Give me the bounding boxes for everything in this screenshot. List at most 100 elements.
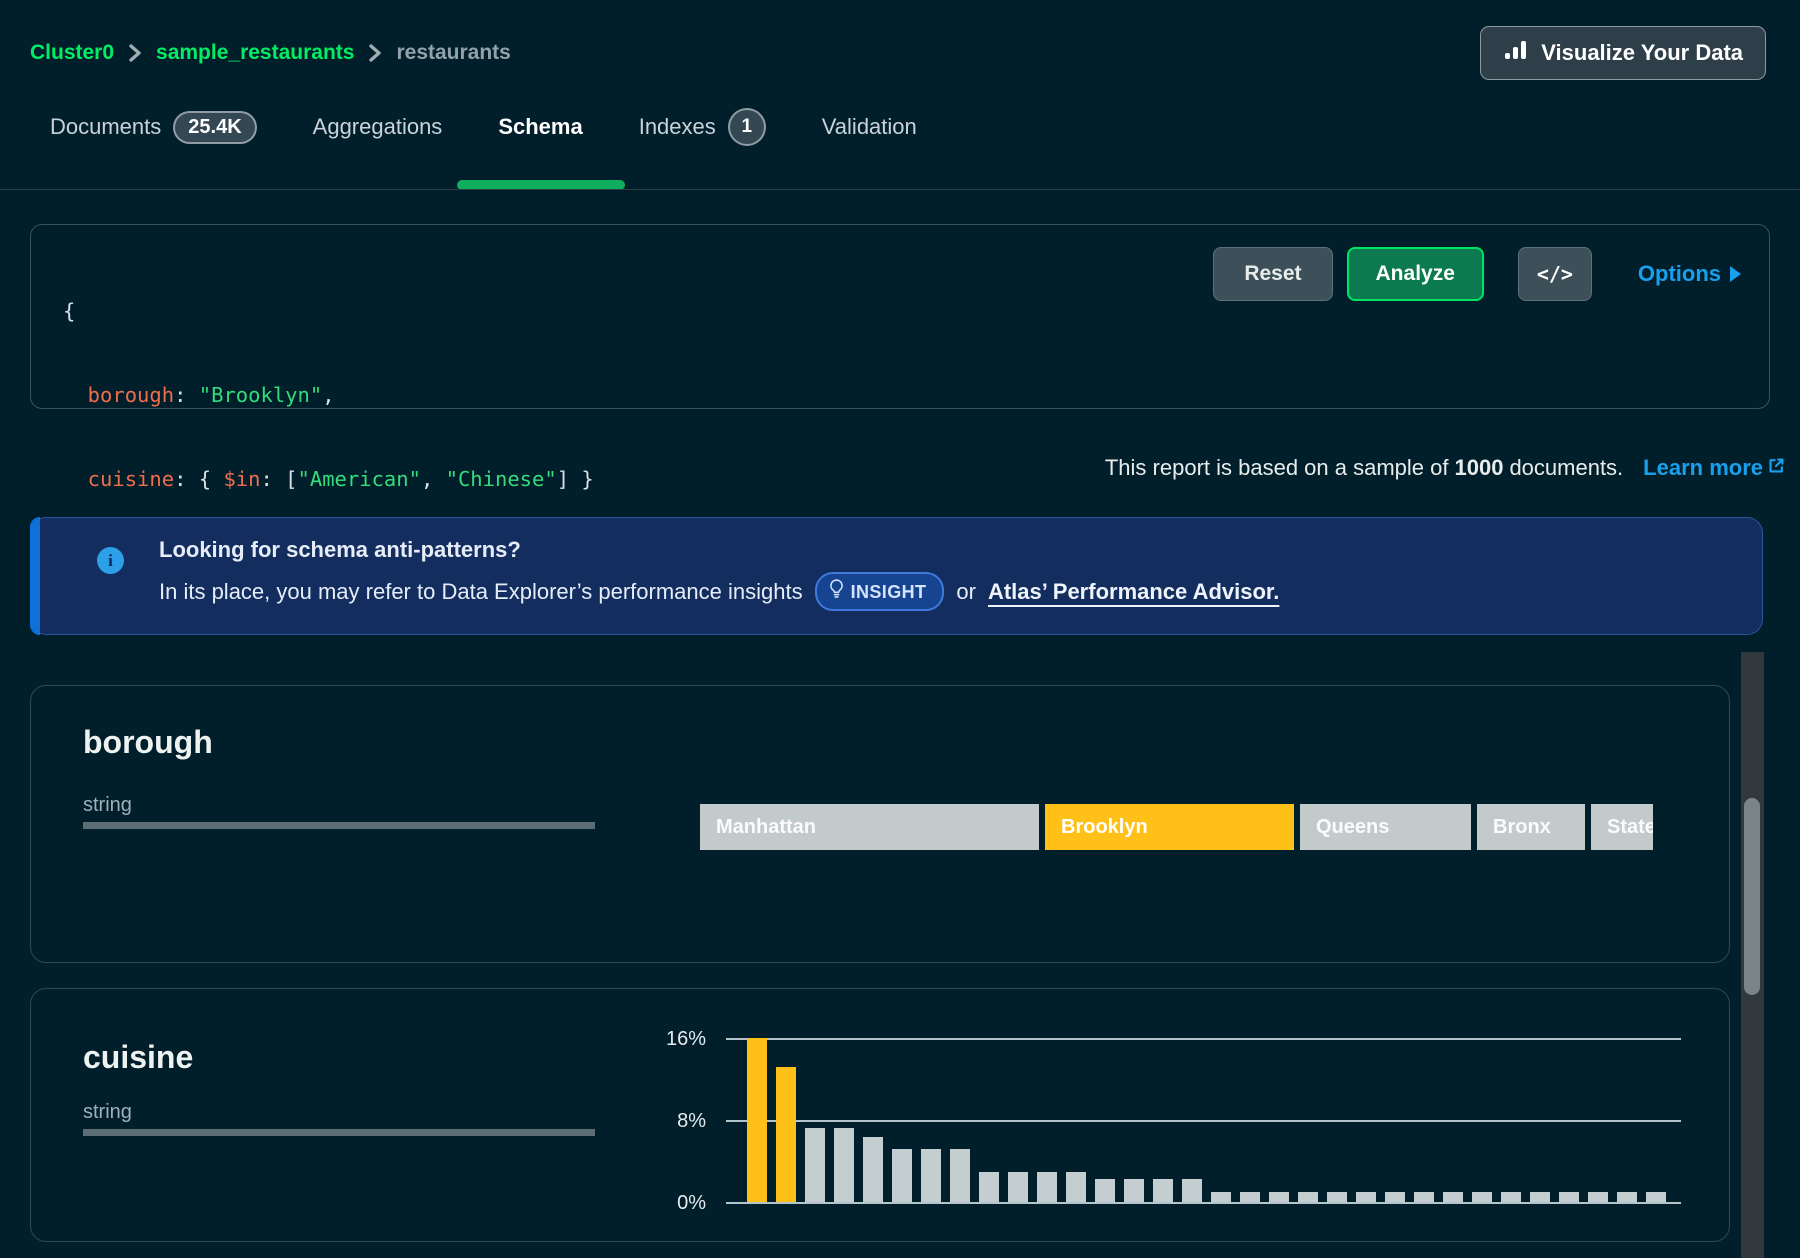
cuisine-bar[interactable]: [979, 1172, 999, 1202]
banner-message-text: or: [956, 575, 976, 609]
borough-segment[interactable]: Bronx: [1477, 804, 1585, 850]
cuisine-bar[interactable]: [1472, 1192, 1492, 1202]
cuisine-bar[interactable]: [1269, 1192, 1289, 1202]
code-token: [: [285, 467, 297, 491]
field-name: borough: [83, 724, 213, 761]
learn-more-link[interactable]: Learn more: [1643, 455, 1786, 481]
code-toggle-button[interactable]: </>: [1518, 247, 1592, 301]
bar-chart-icon: [1503, 37, 1529, 69]
borough-segment-label: Staten Island: [1607, 816, 1653, 839]
cuisine-bar[interactable]: [1617, 1192, 1637, 1202]
sample-count: 1000: [1454, 455, 1503, 481]
borough-segment-label: Bronx: [1493, 816, 1551, 839]
cuisine-bar[interactable]: [1530, 1192, 1550, 1202]
cuisine-bar[interactable]: [921, 1149, 941, 1202]
borough-segment[interactable]: Queens: [1300, 804, 1471, 850]
cuisine-bar[interactable]: [1211, 1192, 1231, 1202]
type-distribution-bar[interactable]: [83, 1129, 595, 1136]
caret-right-icon: [1730, 266, 1741, 282]
documents-count-badge: 25.4K: [173, 111, 256, 144]
tab-aggregations[interactable]: Aggregations: [313, 108, 443, 146]
cuisine-bar[interactable]: [1008, 1172, 1028, 1202]
top-bar: Cluster0 sample_restaurants restaurants …: [0, 0, 1800, 82]
cuisine-bar[interactable]: [1095, 1179, 1115, 1202]
field-type[interactable]: string: [83, 794, 132, 817]
tab-validation-label: Validation: [822, 114, 917, 140]
sample-note-text: This report is based on a sample of: [1105, 455, 1449, 481]
tab-schema-label: Schema: [498, 114, 582, 140]
code-token: :: [174, 467, 199, 491]
learn-more-label: Learn more: [1643, 455, 1763, 481]
cuisine-bar[interactable]: [1501, 1192, 1521, 1202]
chevron-right-icon: [368, 43, 382, 63]
field-name: cuisine: [83, 1039, 193, 1076]
cuisine-bar[interactable]: [1443, 1192, 1463, 1202]
tab-indexes[interactable]: Indexes 1: [639, 108, 766, 146]
banner-accent-stripe: [30, 517, 40, 635]
cuisine-bar[interactable]: [776, 1067, 796, 1202]
tab-validation[interactable]: Validation: [822, 108, 917, 146]
scrollbar-thumb[interactable]: [1744, 798, 1760, 995]
insight-banner: i Looking for schema anti-patterns? In i…: [30, 517, 1763, 635]
tabs-divider: [0, 189, 1800, 190]
code-token: ,: [322, 383, 334, 407]
code-token: :: [260, 467, 285, 491]
code-token: $in: [223, 467, 260, 491]
code-token: "Chinese": [446, 467, 557, 491]
tab-indexes-label: Indexes: [639, 114, 716, 140]
cuisine-bar[interactable]: [1182, 1179, 1202, 1202]
sample-note-text: documents.: [1509, 455, 1623, 481]
options-link[interactable]: Options: [1638, 261, 1741, 287]
code-token: :: [174, 383, 199, 407]
borough-segment[interactable]: Manhattan: [700, 804, 1039, 850]
banner-body: Looking for schema anti-patterns? In its…: [159, 534, 1279, 611]
cuisine-bar[interactable]: [863, 1137, 883, 1202]
cuisine-bar[interactable]: [1037, 1172, 1057, 1202]
tab-documents[interactable]: Documents 25.4K: [50, 108, 257, 146]
performance-advisor-link[interactable]: Atlas’ Performance Advisor.: [988, 575, 1279, 609]
tab-schema[interactable]: Schema: [498, 108, 582, 146]
cuisine-bar[interactable]: [1153, 1179, 1173, 1202]
reset-button[interactable]: Reset: [1213, 247, 1332, 301]
cuisine-bar[interactable]: [892, 1149, 912, 1202]
banner-message: In its place, you may refer to Data Expl…: [159, 572, 1279, 611]
analyze-button[interactable]: Analyze: [1347, 247, 1484, 301]
breadcrumb-collection: restaurants: [396, 41, 510, 65]
cuisine-bar[interactable]: [1240, 1192, 1260, 1202]
code-token: ] }: [557, 467, 594, 491]
cuisine-bar[interactable]: [1385, 1192, 1405, 1202]
cuisine-bar[interactable]: [1646, 1192, 1666, 1202]
cuisine-bar[interactable]: [747, 1038, 767, 1202]
field-type[interactable]: string: [83, 1101, 132, 1124]
cuisine-bar[interactable]: [1327, 1192, 1347, 1202]
visualize-your-data-button[interactable]: Visualize Your Data: [1480, 26, 1766, 80]
scrollbar-track[interactable]: [1741, 652, 1764, 1258]
cuisine-bar[interactable]: [1298, 1192, 1318, 1202]
lightbulb-icon: [829, 575, 844, 609]
borough-segment[interactable]: Staten Island: [1591, 804, 1653, 850]
cuisine-bar[interactable]: [1124, 1179, 1144, 1202]
y-axis-tick: 8%: [611, 1107, 706, 1135]
query-bar: { borough: "Brooklyn", cuisine: { $in: […: [30, 224, 1770, 409]
borough-segment[interactable]: Brooklyn: [1045, 804, 1294, 850]
field-card-cuisine: cuisine string 16% 8% 0%: [30, 988, 1730, 1242]
breadcrumb-database[interactable]: sample_restaurants: [156, 41, 354, 65]
breadcrumb-cluster[interactable]: Cluster0: [30, 41, 114, 65]
insight-badge[interactable]: INSIGHT: [815, 572, 945, 611]
cuisine-bars: [747, 1038, 1687, 1202]
cuisine-bar[interactable]: [1066, 1172, 1086, 1202]
code-token: borough: [88, 383, 174, 407]
type-distribution-bar[interactable]: [83, 822, 595, 829]
cuisine-bar[interactable]: [1588, 1192, 1608, 1202]
borough-segment-label: Manhattan: [716, 816, 816, 839]
cuisine-bar[interactable]: [834, 1128, 854, 1202]
y-axis-tick: 0%: [611, 1189, 706, 1217]
cuisine-bar[interactable]: [1559, 1192, 1579, 1202]
code-token: {: [199, 467, 224, 491]
options-label: Options: [1638, 261, 1721, 287]
visualize-button-label: Visualize Your Data: [1541, 40, 1743, 66]
cuisine-bar[interactable]: [805, 1128, 825, 1202]
cuisine-bar[interactable]: [1414, 1192, 1434, 1202]
cuisine-bar[interactable]: [950, 1149, 970, 1202]
cuisine-bar[interactable]: [1356, 1192, 1376, 1202]
